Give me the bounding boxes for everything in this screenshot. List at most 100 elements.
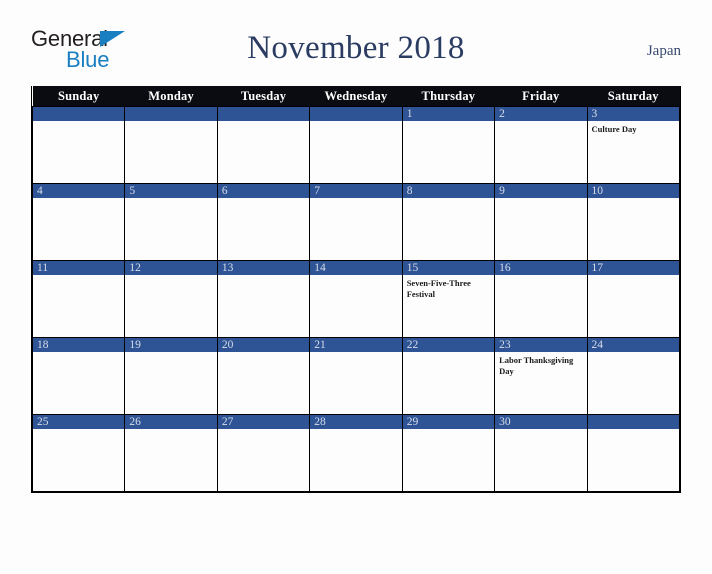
calendar-day-cell[interactable]: 17 [586,260,681,338]
day-number: 21 [310,338,402,352]
day-number: 16 [495,261,587,275]
calendar-day-cell[interactable]: 4 [31,183,126,261]
calendar-day-cell[interactable]: 14 [309,260,403,338]
day-event-label [125,198,216,201]
calendar-header-row: Sunday Monday Tuesday Wednesday Thursday Frid… [32,86,680,107]
calendar-week-row: 4 5 6 7 8 9 10 [31,183,681,261]
day-event-label [495,275,586,278]
day-number: 29 [402,415,495,429]
calendar-day-cell[interactable]: 6 [216,183,311,261]
calendar-day-cell[interactable]: 3 Culture Day [586,106,681,184]
day-number: 10 [587,184,679,198]
day-number: 20 [217,338,310,352]
day-number: 27 [217,415,310,429]
page-title: November 2018 [247,30,465,66]
calendar-day-cell[interactable]: 21 [309,337,403,415]
day-number [217,107,310,121]
calendar-day-cell[interactable]: 7 [309,183,403,261]
day-number: 14 [310,261,402,275]
day-number: 12 [125,261,217,275]
calendar-day-cell[interactable]: 1 [401,106,496,184]
day-event-label [588,429,679,432]
calendar-week-row: 18 19 20 21 22 23 Labor Thanksgiving Day 24 [31,337,681,415]
calendar-day-cell[interactable]: 2 [494,106,588,184]
calendar-empty-cell[interactable] [586,414,681,492]
day-number: 18 [33,338,125,352]
calendar-day-cell[interactable]: 22 [401,337,496,415]
day-event-label: Labor Thanksgiving Day [499,355,574,376]
calendar-day-cell[interactable]: 9 [494,183,588,261]
day-number: 22 [402,338,495,352]
calendar-day-cell[interactable]: 8 [401,183,496,261]
weekday-header-friday: Friday [494,86,588,107]
day-event-label [33,275,124,278]
calendar-table: Sunday Monday Tuesday Wednesday Thursday Frid… [31,86,681,492]
day-number: 13 [217,261,310,275]
weekday-header-wednesday: Wednesday [309,86,403,107]
day-number: 3 [587,107,679,121]
day-event-label: Seven-Five-Three Festival [406,278,471,299]
calendar-day-cell[interactable]: 24 [586,337,681,415]
calendar-day-cell[interactable]: 26 [124,414,218,492]
calendar-week-row: 1 2 3 Culture Day [31,106,681,184]
calendar-day-cell[interactable]: 12 [124,260,218,338]
day-number: 24 [587,338,679,352]
day-event-label [310,429,401,432]
day-number [33,107,125,121]
day-event-label [495,198,586,201]
calendar-day-cell[interactable]: 10 [586,183,681,261]
weekday-header-saturday: Saturday [587,86,680,107]
calendar-day-cell[interactable]: 13 [216,260,311,338]
weekday-header-tuesday: Tuesday [217,86,310,107]
day-number: 2 [495,107,587,121]
calendar-container: Sunday Monday Tuesday Wednesday Thursday Frid… [31,86,681,493]
calendar-day-cell[interactable]: 30 [494,414,588,492]
day-event-label [125,352,216,355]
calendar-day-cell[interactable]: 23 Labor Thanksgiving Day [494,337,588,415]
calendar-empty-cell[interactable] [309,106,403,184]
calendar-day-cell[interactable]: 29 [401,414,496,492]
calendar-day-cell[interactable]: 15 Seven-Five-Three Festival [401,260,496,338]
day-event-label [310,198,401,201]
day-event-label [588,198,679,201]
calendar-empty-cell[interactable] [31,106,126,184]
calendar-day-cell[interactable]: 18 [31,337,126,415]
day-event-label [495,429,586,432]
day-number: 4 [33,184,125,198]
calendar-week-row: 25 26 27 28 29 30 [31,414,681,492]
day-event-label [403,352,494,355]
day-number [125,107,217,121]
calendar-empty-cell[interactable] [124,106,218,184]
weekday-header-thursday: Thursday [402,86,495,107]
calendar-day-cell[interactable]: 27 [216,414,311,492]
day-event-label [310,275,401,278]
day-event-label [33,121,124,124]
day-event-label [33,352,124,355]
day-number: 17 [587,261,679,275]
day-number: 5 [125,184,217,198]
calendar-day-cell[interactable]: 11 [31,260,126,338]
calendar-day-cell[interactable]: 25 [31,414,126,492]
calendar-day-cell[interactable]: 5 [124,183,218,261]
day-event-label [125,275,216,278]
day-number: 25 [33,415,125,429]
day-event-label [33,429,124,432]
day-number: 9 [495,184,587,198]
day-event-label [403,198,494,201]
weekday-header-row: Sunday Monday Tuesday Wednesday Thursday Frid… [32,86,680,107]
calendar-day-cell[interactable]: 16 [494,260,588,338]
page-header: General Blue November 2018 Japan [31,24,681,86]
weekday-header-monday: Monday [124,86,218,107]
calendar-body: 1 2 3 Culture Day 4 5 6 7 8 9 10 11 12 13 14 15 Seven-Fi… [31,106,681,492]
day-number: 1 [402,107,495,121]
calendar-day-cell[interactable]: 20 [216,337,311,415]
day-number: 23 [495,338,587,352]
day-number: 26 [125,415,217,429]
calendar-week-row: 11 12 13 14 15 Seven-Five-Three Festival 16 17 [31,260,681,338]
day-number [587,415,679,429]
day-event-label [218,352,309,355]
calendar-day-cell[interactable]: 19 [124,337,218,415]
calendar-day-cell[interactable]: 28 [309,414,403,492]
day-event-label [310,352,401,355]
calendar-empty-cell[interactable] [216,106,311,184]
